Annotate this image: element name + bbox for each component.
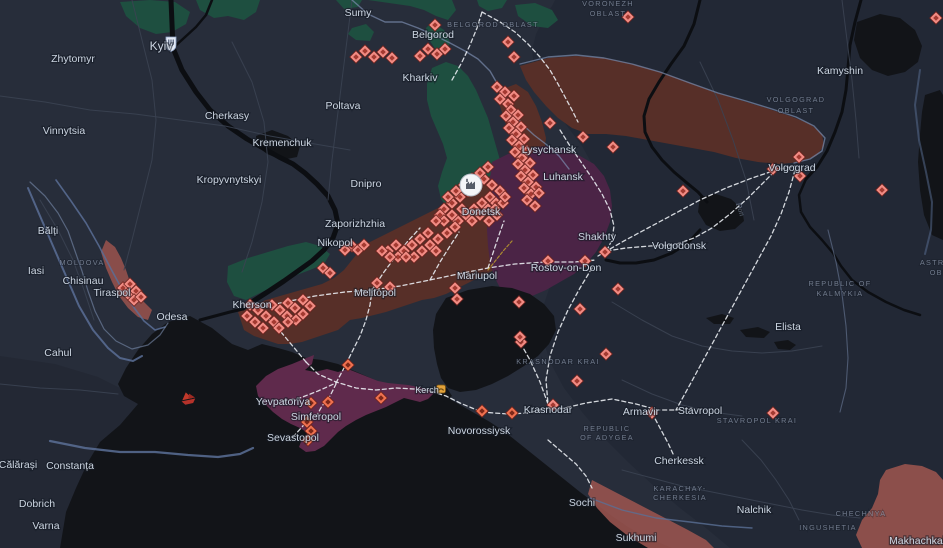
city-label: Volgodonsk [652, 240, 707, 252]
city-label: Kerch [415, 385, 439, 395]
area-label: STAVROPOL KRAI [717, 416, 798, 425]
city-label: Rostov-on-Don [531, 262, 602, 274]
city-label: Zhytomyr [51, 53, 95, 65]
area-label: CHECHNYA [836, 509, 887, 518]
city-label: Krasnodar [524, 404, 573, 416]
city-label: Makhachkala [889, 535, 943, 547]
area-label: KRASNODAR KRAI [516, 357, 599, 366]
area-label: MOLDOVA [59, 258, 104, 267]
area-label: INGUSHETIA [799, 523, 857, 532]
area-label: OBLAST [778, 106, 815, 115]
city-label: Kropyvnytskyi [197, 174, 262, 186]
city-label: Kharkiv [402, 72, 438, 84]
area-label: BELGOROD OBLAST [447, 20, 539, 29]
city-label: Sumy [345, 7, 373, 19]
city-label: Luhansk [543, 171, 583, 183]
city-label: Sochi [569, 497, 595, 509]
city-label: Shakhty [578, 231, 617, 243]
area-label: KARACHAY- [653, 484, 706, 493]
city-label: Volgograd [768, 162, 815, 174]
map-canvas[interactable]: Kyiv Zhytomyr Vinnytsia Cherkasy Kremenchuk K… [0, 0, 943, 548]
area-label: VORONEZH [582, 0, 634, 8]
city-label: Iasi [28, 265, 44, 277]
city-label: Lysychansk [522, 144, 577, 156]
city-label: Armavir [623, 406, 660, 418]
city-label: Melitopol [354, 287, 396, 299]
city-label: Călărași [0, 459, 37, 471]
city-label: Odesa [157, 311, 188, 323]
city-label: Novorossiysk [448, 425, 511, 437]
area-label: REPUBLIC OF [809, 279, 872, 288]
area-label: VOLGOGRAD [767, 95, 826, 104]
area-label: CHERKESIA [653, 493, 707, 502]
city-label: Mariupol [457, 270, 497, 282]
city-label: Dobrich [19, 498, 55, 510]
city-label: Kyiv [150, 39, 173, 53]
city-label: Stavropol [678, 405, 722, 417]
city-label: Kamyshin [817, 65, 863, 77]
city-label: Constanța [46, 460, 94, 472]
area-label: ASTRAKHAN [920, 258, 943, 267]
city-label: Nikopol [317, 237, 352, 249]
area-label: OF ADYGEA [580, 433, 634, 442]
area-label: OBLAST [930, 268, 943, 277]
city-label: Simferopol [291, 411, 341, 423]
city-label: Sevastopol [267, 432, 319, 444]
city-label: Vinnytsia [43, 125, 86, 137]
city-label: Tiraspol [94, 287, 131, 299]
area-label: OBLAST [590, 9, 627, 18]
city-label: Yevpatoriya [256, 396, 311, 408]
industrial-cluster-icon[interactable] [460, 174, 482, 196]
city-label: Chisinau [63, 275, 104, 287]
city-label: Nalchik [737, 504, 772, 516]
city-label: Varna [32, 520, 59, 532]
city-label: Kremenchuk [253, 137, 313, 149]
city-label: Elista [775, 321, 801, 333]
city-label: Sukhumi [616, 532, 657, 544]
city-label: Donetsk [462, 206, 501, 218]
city-label: Zaporizhzhia [325, 218, 385, 230]
city-label: Cahul [44, 347, 71, 359]
city-label: Poltava [325, 100, 360, 112]
area-label: KALMYKIA [817, 289, 864, 298]
city-label: Cherkasy [205, 110, 250, 122]
city-label: Cherkessk [654, 455, 704, 467]
area-label: REPUBLIC [584, 424, 631, 433]
city-label: Bălți [38, 225, 58, 237]
city-label: Dnipro [351, 178, 382, 190]
city-label: Kherson [232, 299, 271, 311]
city-label: Belgorod [412, 29, 454, 41]
